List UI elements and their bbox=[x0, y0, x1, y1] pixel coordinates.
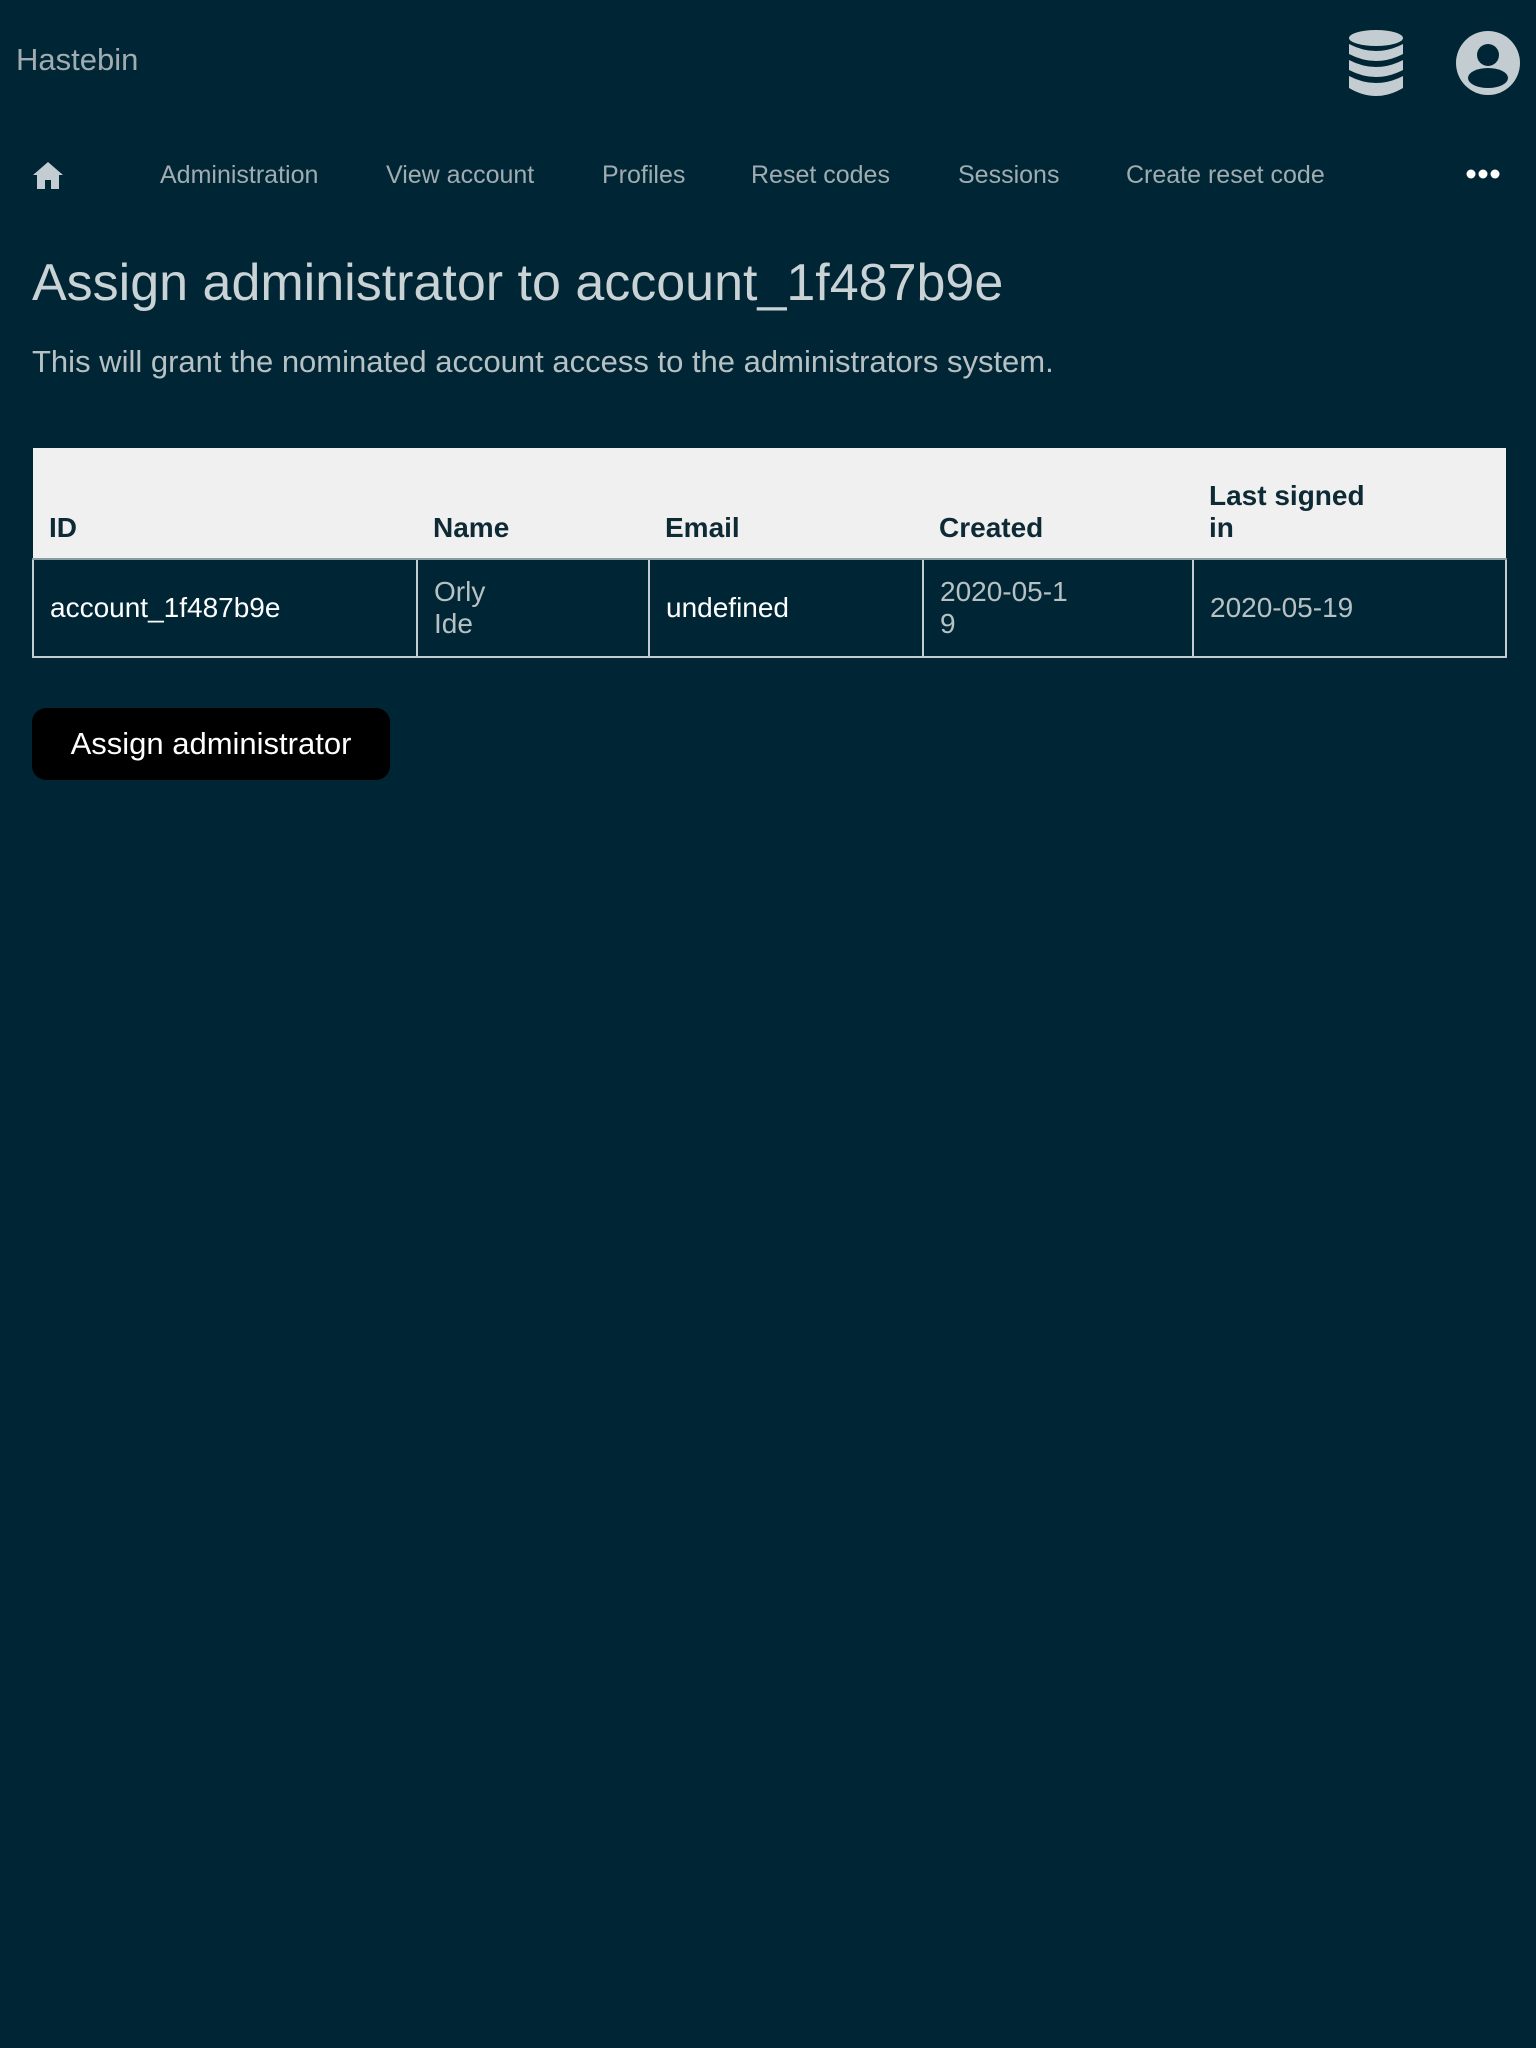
table-header-row: ID Name Email Created Last signed in bbox=[33, 448, 1506, 560]
cell-last-signed-in: 2020-05-19 bbox=[1192, 558, 1507, 658]
page-title: Assign administrator to account_1f487b9e bbox=[32, 254, 1004, 312]
page-description: This will grant the nominated account ac… bbox=[32, 344, 1054, 379]
app-title[interactable]: Hastebin bbox=[16, 40, 138, 80]
cell-email: undefined bbox=[648, 558, 924, 658]
nav-item-sessions[interactable]: Sessions bbox=[958, 160, 1059, 190]
more-horizontal-icon[interactable] bbox=[1466, 160, 1500, 188]
column-header-email: Email bbox=[649, 448, 923, 560]
cell-id: account_1f487b9e bbox=[32, 558, 418, 658]
top-bar: Hastebin bbox=[0, 0, 1536, 124]
assign-administrator-button[interactable]: Assign administrator bbox=[32, 708, 390, 780]
account-table: ID Name Email Created Last signed in acc… bbox=[32, 448, 1507, 658]
database-icon[interactable] bbox=[1345, 28, 1407, 100]
cell-created: 2020-05-19 bbox=[922, 558, 1194, 658]
column-header-name: Name bbox=[417, 448, 649, 560]
table-row: account_1f487b9e Orly Ide undefined 2020… bbox=[32, 558, 1507, 658]
cell-name: Orly Ide bbox=[416, 558, 650, 658]
account-circle-icon[interactable] bbox=[1455, 30, 1521, 96]
column-header-last-signed-in: Last signed in bbox=[1193, 448, 1506, 560]
nav-item-reset-codes[interactable]: Reset codes bbox=[751, 160, 890, 190]
nav-item-create-reset-code[interactable]: Create reset code bbox=[1126, 160, 1325, 190]
nav-item-view-account[interactable]: View account bbox=[386, 160, 534, 190]
nav-item-profiles[interactable]: Profiles bbox=[602, 160, 685, 190]
column-header-created: Created bbox=[923, 448, 1193, 560]
main-nav: Administration View account Profiles Res… bbox=[0, 148, 1536, 204]
nav-item-administration[interactable]: Administration bbox=[160, 160, 318, 190]
home-icon[interactable] bbox=[30, 158, 66, 194]
column-header-id: ID bbox=[33, 448, 417, 560]
